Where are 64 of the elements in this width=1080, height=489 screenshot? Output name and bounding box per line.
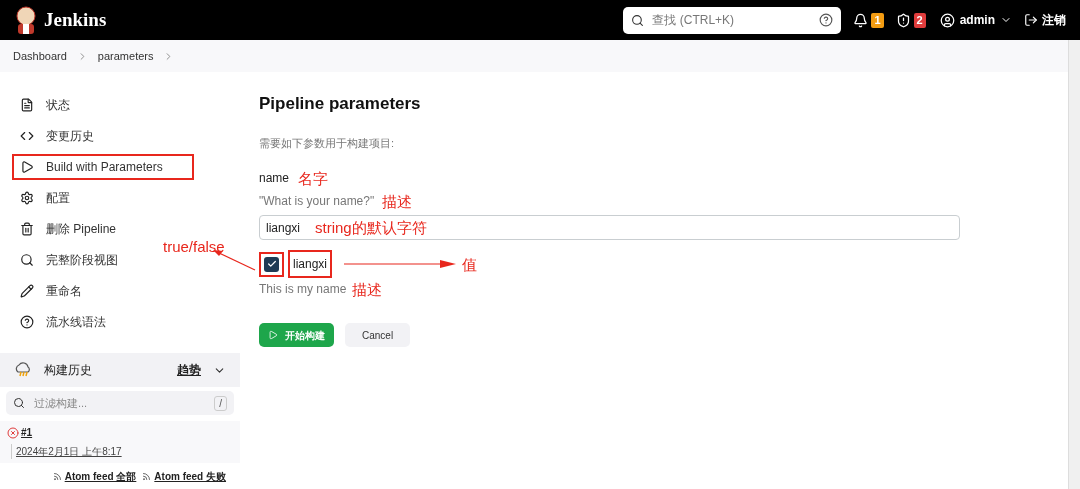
search-field[interactable]: 查找 (CTRL+K) <box>623 6 842 34</box>
sidebar-item[interactable]: 删除 Pipeline <box>12 215 194 242</box>
shield-icon <box>895 12 911 28</box>
page-title: Pipeline parameters <box>259 93 421 115</box>
shortcut-key: / <box>214 395 227 411</box>
parameter-name: name <box>259 170 290 187</box>
text-input[interactable]: liangxi string的默认字符 <box>259 215 960 240</box>
annotation-text: 值 <box>462 256 478 272</box>
gear-icon <box>20 190 34 205</box>
filter-field[interactable]: 过滤构建... / <box>6 391 234 415</box>
search-icon <box>631 13 645 27</box>
build-date[interactable]: 2024年2月1日 上午8:17 <box>16 444 122 459</box>
filter-placeholder: 过滤构建... <box>34 395 89 411</box>
parameter-description: "What is your name?" <box>259 193 375 210</box>
annotation-text: string的默认字符 <box>315 220 427 235</box>
logo-text[interactable]: Jenkins <box>44 5 107 35</box>
checkbox[interactable] <box>264 256 279 272</box>
annotation-text: 描述 <box>382 193 413 209</box>
parameter-description: This is my name <box>259 281 347 298</box>
search-placeholder: 查找 (CTRL+K) <box>652 12 736 29</box>
logout-button[interactable]: 注销 <box>1024 11 1066 29</box>
user-menu[interactable]: admin <box>939 11 1012 29</box>
annotation-text: 描述 <box>352 281 383 297</box>
trash-icon <box>20 221 34 236</box>
sidebar-item[interactable]: 重命名 <box>12 277 194 304</box>
sidebar-item[interactable]: 状态 <box>12 91 194 118</box>
check-icon <box>266 259 277 269</box>
security-button[interactable]: 2 <box>895 12 926 28</box>
feed-icon <box>52 472 62 481</box>
pencil-icon <box>20 283 34 298</box>
sidebar-item[interactable]: Build with Parameters <box>12 153 194 180</box>
user-icon <box>939 12 955 28</box>
sidebar-item[interactable]: 变更历史 <box>12 122 194 149</box>
document-icon <box>20 97 34 112</box>
sidebar-item[interactable]: 流水线语法 <box>12 308 194 335</box>
cloud-icon <box>14 362 32 378</box>
annotation-text: true/false <box>163 239 225 254</box>
sidebar-item[interactable]: 配置 <box>12 184 194 211</box>
input-value: liangxi <box>266 219 301 237</box>
help-icon <box>20 314 34 329</box>
cancel-button[interactable]: Cancel <box>345 323 411 347</box>
search-icon <box>13 397 25 409</box>
breadcrumb-link[interactable]: Dashboard <box>13 47 67 65</box>
intro-text: 需要如下参数用于构建项目: <box>259 135 395 151</box>
atom-feed-link[interactable]: Atom feed 失败 <box>142 469 226 484</box>
play-icon <box>268 330 278 340</box>
logout-icon <box>1024 13 1038 27</box>
notification-count: 1 <box>871 12 884 28</box>
scrollbar[interactable] <box>1068 40 1080 489</box>
checkbox-label[interactable]: liangxi <box>288 250 333 278</box>
annotation-text: 名字 <box>298 170 329 186</box>
build-number[interactable]: #1 <box>21 425 33 440</box>
butler-logo-icon <box>14 6 38 34</box>
trend-link[interactable]: 趋势 <box>177 361 201 379</box>
atom-feed-link[interactable]: Atom feed 全部 <box>52 469 137 484</box>
help-icon <box>819 13 834 27</box>
bell-icon <box>853 12 869 28</box>
play-icon <box>20 159 34 174</box>
feed-icon <box>142 472 152 481</box>
build-history-title: 构建历史 <box>44 362 93 379</box>
search-icon <box>20 252 34 267</box>
breadcrumb-link[interactable]: parameters <box>97 47 154 65</box>
security-count: 2 <box>913 12 926 28</box>
build-row[interactable]: #1 2024年2月1日 上午8:17 <box>0 421 240 463</box>
